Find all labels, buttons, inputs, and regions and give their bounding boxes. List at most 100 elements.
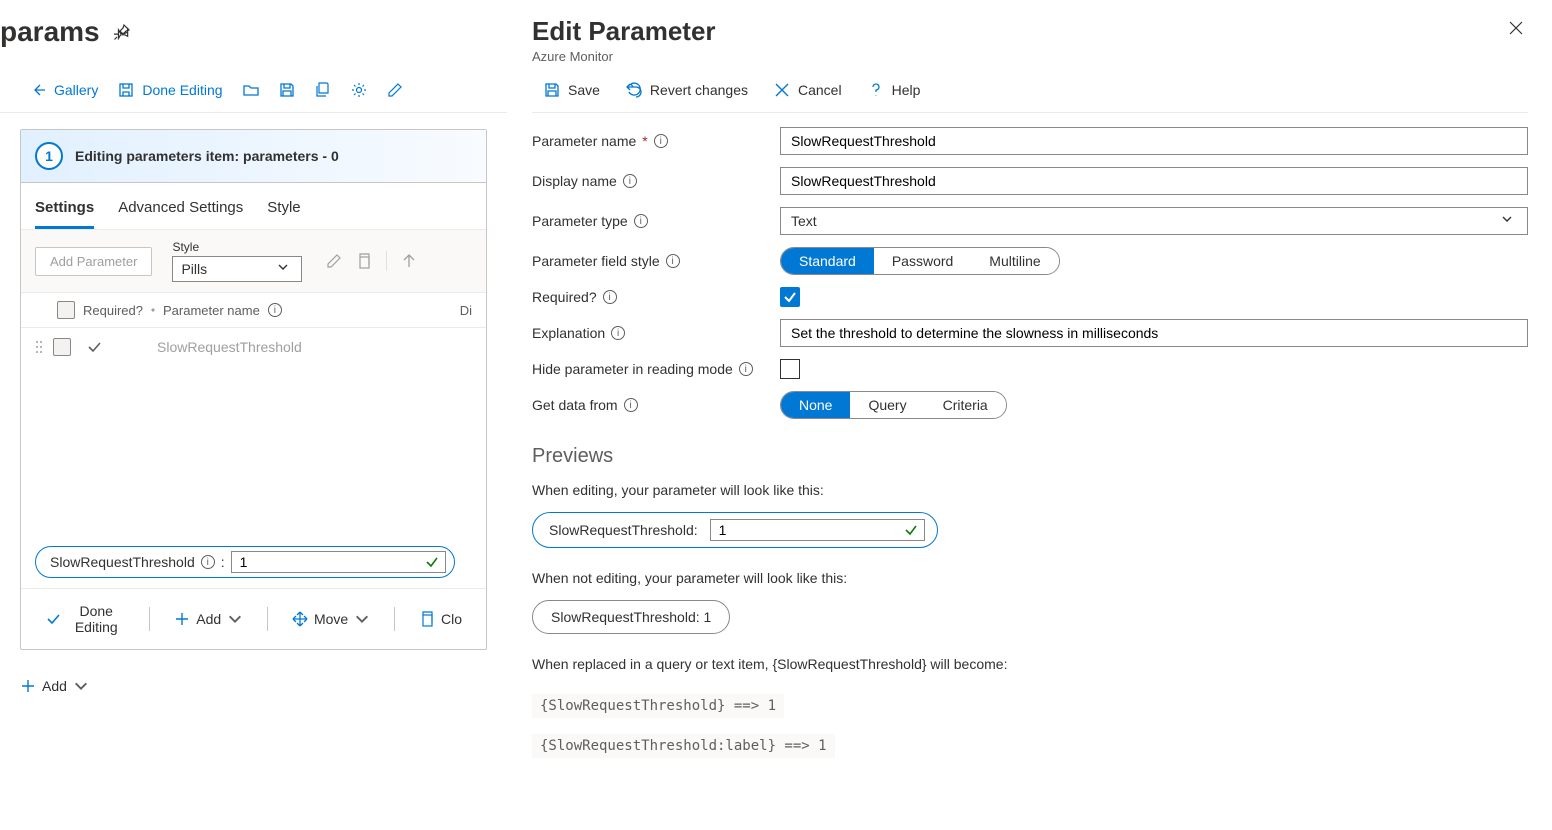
param-pill-editing[interactable]: SlowRequestThreshold i : — [35, 546, 455, 578]
field-style-standard[interactable]: Standard — [781, 248, 874, 274]
field-style-multiline[interactable]: Multiline — [971, 248, 1058, 274]
preview-nonediting-text: SlowRequestThreshold: 1 — [551, 609, 711, 625]
revert-label: Revert changes — [650, 82, 748, 98]
row-checkbox[interactable] — [53, 338, 71, 356]
style-select[interactable]: Pills — [172, 256, 302, 282]
param-name-input[interactable] — [780, 127, 1528, 155]
label-get-data: Get data from — [532, 397, 618, 413]
tab-style[interactable]: Style — [267, 195, 300, 229]
preview-code-1: {SlowRequestThreshold} ==> 1 — [532, 694, 784, 718]
help-button[interactable]: Help — [856, 78, 933, 102]
arrow-left-icon — [30, 82, 46, 98]
done-editing-footer-label: Done Editing — [67, 603, 125, 635]
move-footer-button[interactable]: Move — [282, 607, 380, 631]
style-label: Style — [172, 240, 302, 254]
col-required: Required? — [83, 303, 143, 318]
style-select-value: Pills — [181, 261, 207, 277]
help-icon — [868, 82, 884, 98]
add-footer-button[interactable]: Add — [164, 607, 253, 631]
preview-replaced-hint: When replaced in a query or text item, {… — [532, 656, 1528, 672]
move-footer-label: Move — [314, 611, 348, 627]
get-data-query[interactable]: Query — [850, 392, 924, 418]
floppy-icon — [279, 82, 295, 98]
preview-editing-hint: When editing, your parameter will look l… — [532, 482, 1528, 498]
revert-button[interactable]: Revert changes — [614, 78, 760, 102]
floppy-multi-icon — [315, 82, 331, 98]
hide-checkbox[interactable] — [780, 359, 800, 379]
chevron-down-icon — [227, 611, 243, 627]
save-icon-button[interactable] — [269, 76, 305, 104]
pencil-icon-button[interactable] — [377, 76, 413, 104]
drag-handle-icon[interactable] — [35, 339, 45, 355]
done-editing-footer-button[interactable]: Done Editing — [35, 599, 135, 639]
folder-open-icon — [243, 82, 259, 98]
get-data-criteria[interactable]: Criteria — [925, 392, 1006, 418]
label-field-style: Parameter field style — [532, 253, 660, 269]
param-type-value: Text — [791, 213, 817, 229]
preview-editing-pill: SlowRequestThreshold: — [532, 512, 938, 548]
gallery-button[interactable]: Gallery — [20, 76, 108, 104]
saveas-icon-button[interactable] — [305, 76, 341, 104]
get-data-group: None Query Criteria — [780, 391, 1007, 419]
save-label: Save — [568, 82, 600, 98]
section-title: Editing parameters item: parameters - 0 — [75, 148, 339, 164]
cancel-button[interactable]: Cancel — [762, 78, 854, 102]
tab-settings[interactable]: Settings — [35, 195, 94, 229]
info-icon: i — [603, 290, 617, 304]
get-data-none[interactable]: None — [781, 392, 850, 418]
move-arrows-icon — [292, 611, 308, 627]
check-icon — [45, 611, 61, 627]
copy-icon — [419, 611, 435, 627]
info-icon: i — [268, 303, 282, 317]
label-explanation: Explanation — [532, 325, 605, 341]
moveup-item-icon[interactable] — [401, 253, 417, 269]
add-bottom-button[interactable]: Add — [20, 674, 99, 698]
pin-icon[interactable] — [114, 24, 130, 40]
page-title: params — [0, 16, 100, 48]
plus-icon — [174, 611, 190, 627]
required-star: * — [642, 133, 647, 149]
pill-label: SlowRequestThreshold — [50, 554, 195, 570]
display-name-input[interactable] — [780, 167, 1528, 195]
explanation-input[interactable] — [780, 319, 1528, 347]
preview-editing-label: SlowRequestThreshold: — [549, 522, 698, 538]
required-checkbox[interactable] — [780, 287, 800, 307]
select-all-checkbox[interactable] — [57, 301, 75, 319]
info-icon: i — [623, 174, 637, 188]
row-param-name: SlowRequestThreshold — [157, 339, 302, 355]
field-style-password[interactable]: Password — [874, 248, 971, 274]
preview-editing-input[interactable] — [719, 522, 900, 538]
edit-item-icon[interactable] — [326, 253, 342, 269]
chevron-down-icon — [73, 678, 89, 694]
gear-icon-button[interactable] — [341, 76, 377, 104]
check-icon — [79, 339, 109, 355]
help-label: Help — [892, 82, 921, 98]
chevron-down-icon — [354, 611, 370, 627]
undo-icon — [626, 82, 642, 98]
info-icon: i — [654, 134, 668, 148]
tab-advanced[interactable]: Advanced Settings — [118, 195, 243, 229]
done-editing-top-label: Done Editing — [142, 82, 222, 98]
save-button[interactable]: Save — [532, 78, 612, 102]
pill-value-input[interactable] — [240, 554, 421, 570]
label-hide: Hide parameter in reading mode — [532, 361, 733, 377]
close-icon[interactable] — [1504, 16, 1528, 40]
copy-item-icon[interactable] — [356, 253, 372, 269]
open-icon-button[interactable] — [233, 76, 269, 104]
label-display-name: Display name — [532, 173, 617, 189]
col-di: Di — [460, 303, 472, 318]
close-icon — [774, 82, 790, 98]
checkmark-icon — [425, 555, 439, 569]
cancel-label: Cancel — [798, 82, 842, 98]
info-icon: i — [624, 398, 638, 412]
save-grid-icon — [118, 82, 134, 98]
pencil-icon — [387, 82, 403, 98]
add-bottom-label: Add — [42, 678, 67, 694]
table-row[interactable]: SlowRequestThreshold — [21, 328, 486, 366]
preview-nonediting-pill: SlowRequestThreshold: 1 — [532, 600, 730, 634]
clone-footer-button[interactable]: Clo — [409, 607, 472, 631]
add-parameter-button[interactable]: Add Parameter — [35, 247, 152, 276]
floppy-icon — [544, 82, 560, 98]
param-type-select[interactable]: Text — [780, 207, 1528, 235]
done-editing-top-button[interactable]: Done Editing — [108, 76, 232, 104]
